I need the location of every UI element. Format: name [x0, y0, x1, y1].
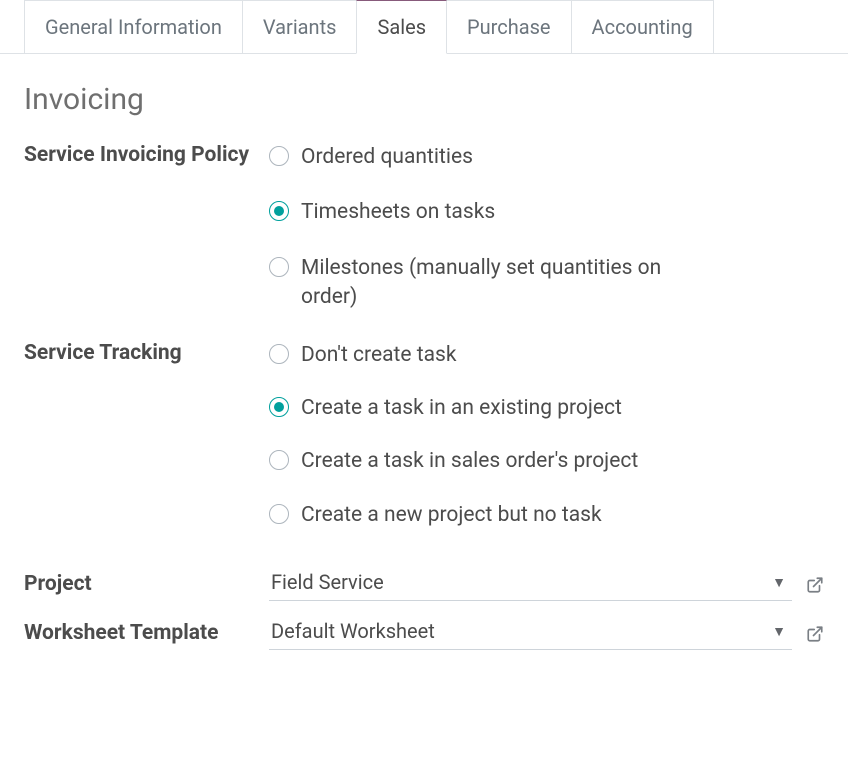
radio-label: Ordered quantities — [301, 143, 473, 172]
project-select-value: Field Service — [271, 570, 384, 594]
sales-tab-content: Invoicing Service Invoicing Policy Order… — [0, 54, 848, 650]
radio-icon — [269, 450, 289, 470]
radio-label: Don't create task — [301, 341, 457, 370]
section-title-invoicing: Invoicing — [24, 82, 824, 117]
invoicing-milestones[interactable]: Milestones (manually set quantities on o… — [269, 250, 824, 323]
tracking-existing-project[interactable]: Create a task in an existing project — [269, 390, 824, 443]
field-project: Project Field Service ▼ — [24, 568, 824, 601]
field-service-tracking: Service Tracking Don't create task Create… — [24, 337, 824, 539]
project-select[interactable]: Field Service ▼ — [269, 568, 792, 601]
tab-purchase[interactable]: Purchase — [446, 0, 572, 53]
worksheet-template-external-link-icon[interactable] — [806, 625, 824, 643]
caret-down-icon: ▼ — [772, 574, 786, 591]
radio-icon — [269, 201, 289, 221]
radio-label: Create a task in sales order's project — [301, 447, 638, 476]
radio-label: Create a new project but no task — [301, 501, 602, 530]
invoicing-ordered-quantities[interactable]: Ordered quantities — [269, 139, 824, 194]
label-project: Project — [24, 570, 269, 598]
worksheet-template-select[interactable]: Default Worksheet ▼ — [269, 617, 792, 650]
service-tracking-options: Don't create task Create a task in an exi… — [269, 337, 824, 539]
field-worksheet-template: Worksheet Template Default Worksheet ▼ — [24, 617, 824, 650]
radio-label: Create a task in an existing project — [301, 394, 622, 423]
label-service-invoicing-policy: Service Invoicing Policy — [24, 139, 269, 169]
caret-down-icon: ▼ — [772, 623, 786, 640]
tracking-sales-order-project[interactable]: Create a task in sales order's project — [269, 443, 824, 496]
tracking-dont-create-task[interactable]: Don't create task — [269, 337, 824, 390]
label-service-tracking: Service Tracking — [24, 337, 269, 367]
invoicing-policy-options: Ordered quantities Timesheets on tasks Mil… — [269, 139, 824, 323]
worksheet-template-select-value: Default Worksheet — [271, 619, 435, 643]
project-external-link-icon[interactable] — [806, 576, 824, 594]
radio-icon — [269, 397, 289, 417]
label-worksheet-template: Worksheet Template — [24, 619, 269, 647]
tab-general-information[interactable]: General Information — [24, 0, 243, 53]
radio-icon — [269, 146, 289, 166]
invoicing-timesheets-on-tasks[interactable]: Timesheets on tasks — [269, 194, 824, 249]
tracking-new-project-no-task[interactable]: Create a new project but no task — [269, 497, 824, 538]
tab-bar: General InformationVariantsSalesPurchase… — [0, 0, 848, 54]
radio-icon — [269, 257, 289, 277]
radio-label: Milestones (manually set quantities on o… — [301, 254, 701, 313]
tab-accounting[interactable]: Accounting — [571, 0, 714, 53]
radio-label: Timesheets on tasks — [301, 198, 495, 227]
tab-sales[interactable]: Sales — [356, 0, 447, 54]
tab-variants[interactable]: Variants — [242, 0, 358, 53]
radio-icon — [269, 344, 289, 364]
radio-icon — [269, 504, 289, 524]
field-service-invoicing-policy: Service Invoicing Policy Ordered quantit… — [24, 139, 824, 323]
